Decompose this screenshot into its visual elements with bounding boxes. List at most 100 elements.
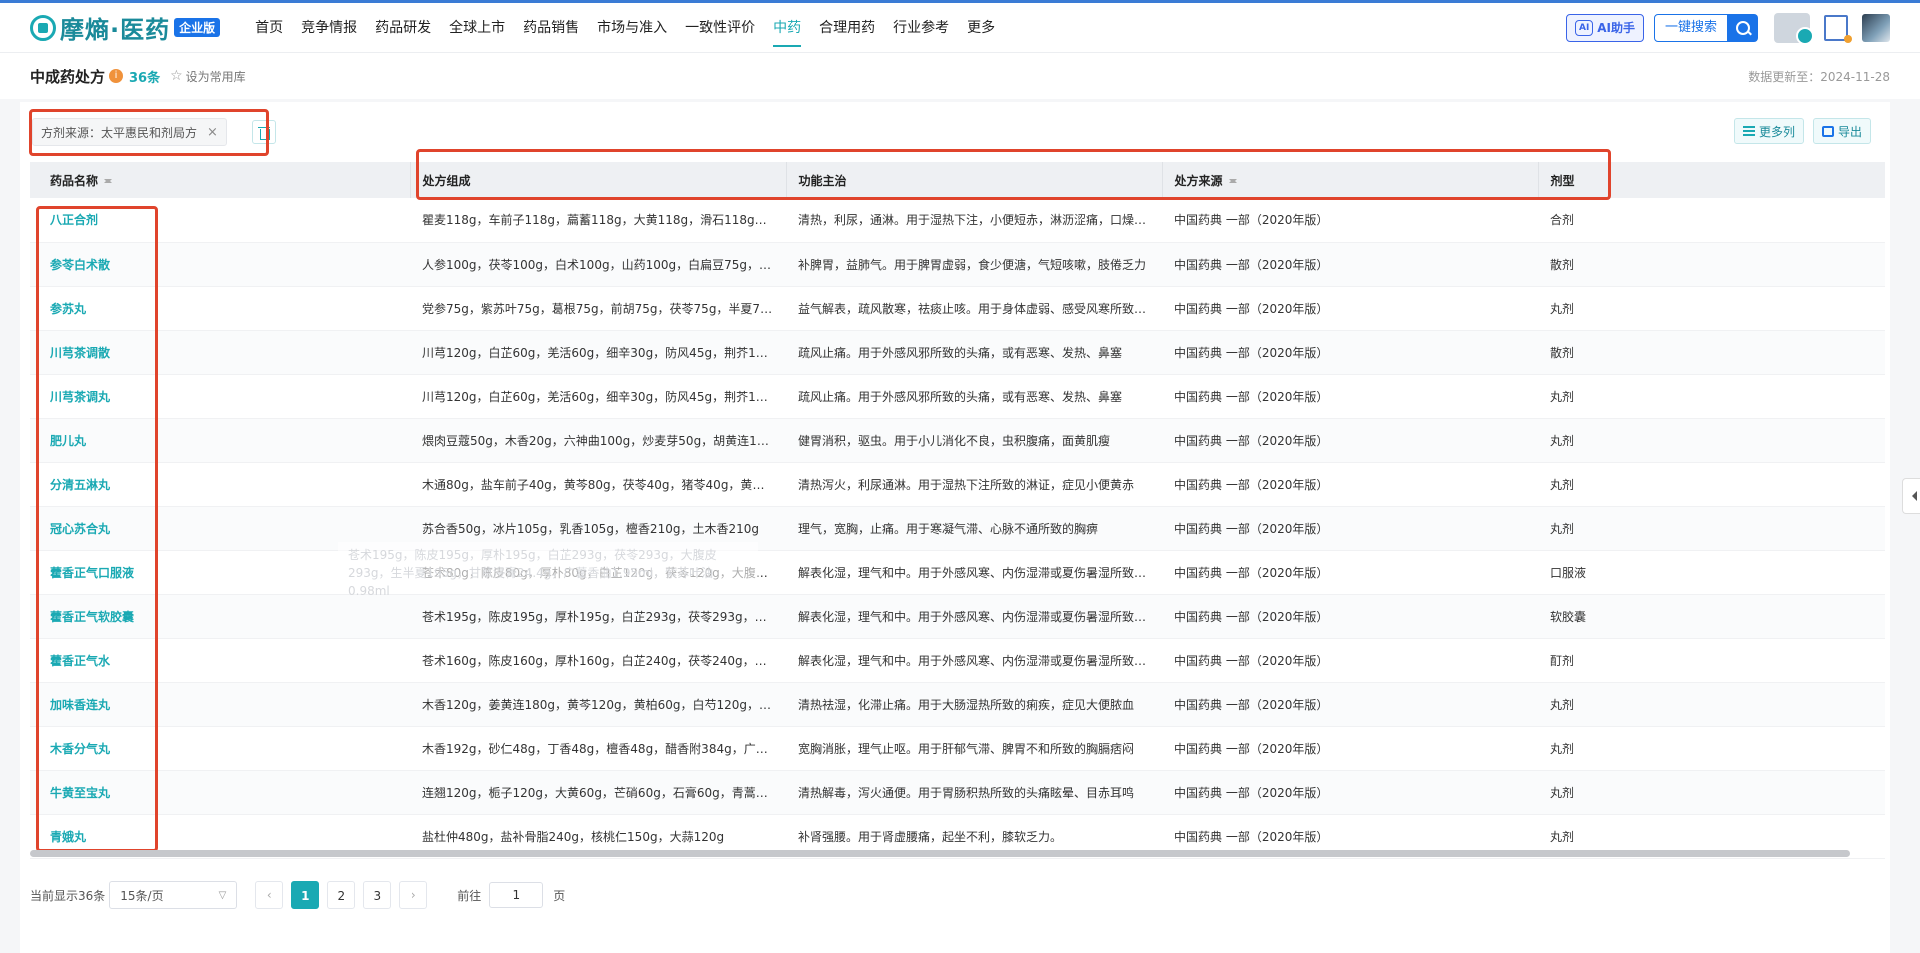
drug-name-cell[interactable]: 藿香正气水 <box>30 638 410 683</box>
indications-cell: 宽胸消胀，理气止呕。用于肝郁气滞、脾胃不和所致的胸膈痞闷 <box>786 726 1162 771</box>
page-header: 中成药处方 i 36条 ☆ 设为常用库 数据更新至：2024-11-28 <box>0 53 1920 99</box>
quick-search-label[interactable]: 一键搜索 <box>1653 13 1728 42</box>
filter-tag[interactable]: 方剂来源：太平惠民和剂局方 × <box>32 118 227 146</box>
source-cell: 中国药典 一部（2020年版） <box>1162 594 1538 639</box>
indications-cell: 解表化湿，理气和中。用于外感风寒、内伤湿滞或夏伤暑湿所致的感冒 <box>786 550 1162 595</box>
trash-icon[interactable] <box>252 120 276 144</box>
page-1-button[interactable]: 1 <box>291 881 320 909</box>
drug-name-cell[interactable]: 藿香正气软胶囊 <box>30 594 410 639</box>
content-card: 方剂来源：太平惠民和剂局方 × 更多列 导出 药品名称 处方组成 功能主治 处方… <box>20 102 1890 953</box>
sort-icon[interactable] <box>1228 175 1237 187</box>
goto-page-input[interactable]: 1 <box>489 882 544 908</box>
book-icon[interactable] <box>1824 14 1852 43</box>
table-row: 肥儿丸 煨肉豆蔻50g，木香20g，六神曲100g，炒麦芽50g，胡黄连100g 健… <box>30 418 1885 463</box>
top-navbar: 摩熵·医药 企业版 首页 竞争情报 药品研发 全球上市 药品销售 市场与准入 一致性评价 中药… <box>0 3 1920 53</box>
composition-cell: 煨肉豆蔻50g，木香20g，六神曲100g，炒麦芽50g，胡黄连100g <box>410 418 786 463</box>
prescription-table: 药品名称 处方组成 功能主治 处方来源 剂型 八正合剂 瞿麦118g，车前子118… <box>30 162 1885 859</box>
drug-name-cell[interactable]: 分清五淋丸 <box>30 462 410 507</box>
chevron-down-icon: ▽ <box>218 889 227 901</box>
source-cell: 中国药典 一部（2020年版） <box>1162 462 1538 507</box>
logo-mark-icon <box>30 14 56 41</box>
next-page-button[interactable]: › <box>399 881 428 909</box>
page-title: 中成药处方 <box>30 67 106 86</box>
table-row: 八正合剂 瞿麦118g，车前子118g，萹蓄118g，大黄118g，滑石118g，… <box>30 198 1885 243</box>
nav-item-2[interactable]: 药品研发 <box>366 3 440 53</box>
indications-cell: 清热，利尿，通淋。用于湿热下注，小便短赤，淋沥涩痛，口燥咽干 <box>786 198 1162 243</box>
set-favorite-button[interactable]: ☆ 设为常用库 <box>170 68 246 85</box>
source-cell: 中国药典 一部（2020年版） <box>1162 726 1538 771</box>
drug-name-cell[interactable]: 肥儿丸 <box>30 418 410 463</box>
dosage-form-cell: 丸剂 <box>1538 682 1885 727</box>
drug-name-cell[interactable]: 木香分气丸 <box>30 726 410 771</box>
nav-item-4[interactable]: 药品销售 <box>514 3 588 53</box>
drug-name-cell[interactable]: 参苓白术散 <box>30 242 410 287</box>
column-header-source[interactable]: 处方来源 <box>1162 162 1539 198</box>
more-columns-button[interactable]: 更多列 <box>1734 118 1805 144</box>
avatar[interactable] <box>1862 13 1890 42</box>
pagination: 当前显示36条 15条/页 ▽ ‹ 1 2 3 › 前往 1 页 <box>30 880 565 910</box>
ai-assistant-button[interactable]: AI AI助手 <box>1566 13 1644 42</box>
source-cell: 中国药典 一部（2020年版） <box>1162 242 1538 287</box>
table-row: 冠心苏合丸 苏合香50g，冰片105g，乳香105g，檀香210g，土木香210g… <box>30 506 1885 551</box>
brand-logo[interactable]: 摩熵·医药 企业版 <box>30 10 221 45</box>
table-row: 牛黄至宝丸 连翘120g，栀子120g，大黄60g，芒硝60g，石膏60g，青蒿6… <box>30 770 1885 815</box>
composition-cell: 党参75g，紫苏叶75g，葛根75g，前胡75g，茯苓75g，半夏75g <box>410 286 786 331</box>
composition-cell: 木通80g，盐车前子40g，黄芩80g，茯苓40g，猪苓40g，黄柏80g <box>410 462 786 507</box>
drug-name-cell[interactable]: 冠心苏合丸 <box>30 506 410 551</box>
drug-name-cell[interactable]: 藿香正气口服液 <box>30 550 410 595</box>
drug-name-cell[interactable]: 加味香连丸 <box>30 682 410 727</box>
dosage-form-cell: 丸剂 <box>1538 462 1885 507</box>
indications-cell: 健胃消积，驱虫。用于小儿消化不良，虫积腹痛，面黄肌瘦 <box>786 418 1162 463</box>
star-icon: ☆ <box>170 68 183 84</box>
nav-item-10[interactable]: 更多 <box>958 3 1004 53</box>
close-icon[interactable]: × <box>207 125 218 140</box>
nav-item-5[interactable]: 市场与准入 <box>588 3 676 53</box>
dosage-form-cell: 丸剂 <box>1538 374 1885 419</box>
prev-page-button[interactable]: ‹ <box>255 881 284 909</box>
indications-cell: 清热解毒，泻火通便。用于胃肠积热所致的头痛眩晕、目赤耳鸣 <box>786 770 1162 815</box>
quick-search[interactable]: 一键搜索 <box>1653 13 1758 42</box>
search-icon[interactable] <box>1728 13 1758 42</box>
nav-item-7[interactable]: 中药 <box>764 3 810 53</box>
nav-item-0[interactable]: 首页 <box>246 3 292 53</box>
export-button[interactable]: 导出 <box>1813 118 1872 144</box>
drug-name-cell[interactable]: 川芎茶调丸 <box>30 374 410 419</box>
record-count: 36条 <box>129 70 161 86</box>
side-panel-toggle[interactable] <box>1902 478 1920 514</box>
info-icon[interactable]: i <box>109 69 124 83</box>
export-icon <box>1822 125 1834 137</box>
drug-name-cell[interactable]: 八正合剂 <box>30 198 410 243</box>
table-row: 分清五淋丸 木通80g，盐车前子40g，黄芩80g，茯苓40g，猪苓40g，黄柏8… <box>30 462 1885 507</box>
indications-cell: 理气，宽胸，止痛。用于寒凝气滞、心脉不通所致的胸痹 <box>786 506 1162 551</box>
indications-cell: 解表化湿，理气和中。用于外感风寒、内伤湿滞或夏伤暑湿所致的感冒 <box>786 638 1162 683</box>
drug-name-cell[interactable]: 川芎茶调散 <box>30 330 410 375</box>
page-size-select[interactable]: 15条/页 ▽ <box>109 881 238 909</box>
nav-item-8[interactable]: 合理用药 <box>810 3 884 53</box>
nav-item-6[interactable]: 一致性评价 <box>676 3 764 53</box>
page-3-button[interactable]: 3 <box>363 881 392 909</box>
nav-item-9[interactable]: 行业参考 <box>884 3 958 53</box>
main-nav: 首页 竞争情报 药品研发 全球上市 药品销售 市场与准入 一致性评价 中药 合理用药 行业参考 更多 <box>246 3 1004 53</box>
export-label: 导出 <box>1838 124 1863 139</box>
nav-item-1[interactable]: 竞争情报 <box>292 3 366 53</box>
dosage-form-cell: 酊剂 <box>1538 638 1885 683</box>
indications-cell: 疏风止痛。用于外感风邪所致的头痛，或有恶寒、发热、鼻塞 <box>786 374 1162 419</box>
indications-cell: 补脾胃，益肺气。用于脾胃虚弱，食少便溏，气短咳嗽，肢倦乏力 <box>786 242 1162 287</box>
dosage-form-cell: 软胶囊 <box>1538 594 1885 639</box>
nav-item-3[interactable]: 全球上市 <box>440 3 514 53</box>
source-cell: 中国药典 一部（2020年版） <box>1162 330 1538 375</box>
column-header-composition: 处方组成 <box>410 162 787 198</box>
source-cell: 中国药典 一部（2020年版） <box>1162 198 1538 243</box>
drug-name-cell[interactable]: 牛黄至宝丸 <box>30 770 410 815</box>
horizontal-scrollbar[interactable] <box>30 850 1850 857</box>
column-header-indications: 功能主治 <box>786 162 1163 198</box>
sort-icon[interactable] <box>104 175 113 187</box>
filter-bar: 方剂来源：太平惠民和剂局方 × <box>30 112 1880 152</box>
table-row: 参苏丸 党参75g，紫苏叶75g，葛根75g，前胡75g，茯苓75g，半夏75g 益… <box>30 286 1885 331</box>
vip-badge-icon[interactable] <box>1774 12 1814 45</box>
page-2-button[interactable]: 2 <box>327 881 356 909</box>
drug-name-cell[interactable]: 参苏丸 <box>30 286 410 331</box>
column-header-name[interactable]: 药品名称 <box>30 162 411 198</box>
dosage-form-cell: 散剂 <box>1538 242 1885 287</box>
source-cell: 中国药典 一部（2020年版） <box>1162 682 1538 727</box>
